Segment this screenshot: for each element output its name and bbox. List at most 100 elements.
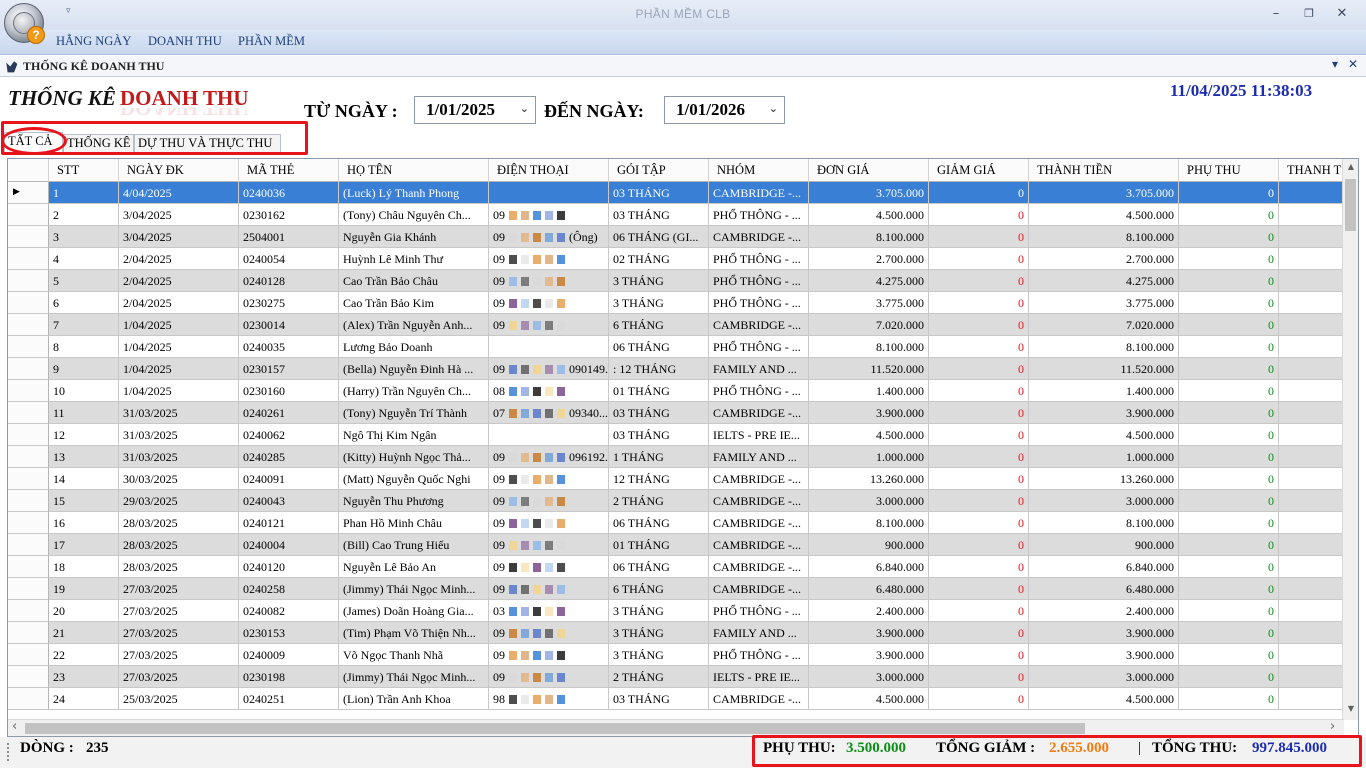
cell-group[interactable]: CAMBRIDGE -... (709, 578, 809, 600)
app-menu-button[interactable]: ? (4, 3, 45, 44)
cell-disc[interactable]: 0 (929, 270, 1029, 292)
cell-payment[interactable] (1279, 314, 1344, 336)
cell-name[interactable]: (Tim) Phạm Võ Thiện Nh... (339, 622, 489, 644)
cell-extra[interactable]: 0 (1179, 512, 1279, 534)
cell-phone[interactable]: 09 (489, 666, 609, 688)
cell-disc[interactable]: 0 (929, 622, 1029, 644)
cell-name[interactable]: (Tony) Châu Nguyên Ch... (339, 204, 489, 226)
row-header[interactable] (8, 402, 49, 424)
cell-pkg[interactable]: 03 THÁNG (609, 424, 709, 446)
row-header[interactable] (8, 666, 49, 688)
cell-stt[interactable]: 7 (49, 314, 119, 336)
menu-phan-mem[interactable]: PHẦN MỀM (238, 34, 305, 49)
cell-pkg[interactable]: 6 THÁNG (609, 578, 709, 600)
cell-name[interactable]: (Bill) Cao Trung Hiếu (339, 534, 489, 556)
cell-price[interactable]: 8.100.000 (809, 336, 929, 358)
cell-disc[interactable]: 0 (929, 644, 1029, 666)
table-row[interactable]: 20 27/03/2025 0240082 (James) Doãn Hoàng Gi… (8, 600, 1344, 622)
table-row[interactable]: 2 3/04/2025 0230162 (Tony) Châu Nguyên Ch..… (8, 204, 1344, 226)
row-header[interactable] (8, 226, 49, 248)
cell-payment[interactable] (1279, 336, 1344, 358)
cell-group[interactable]: PHỔ THÔNG - ... (709, 336, 809, 358)
cell-name[interactable]: (Kitty) Huỳnh Ngọc Thả... (339, 446, 489, 468)
cell-group[interactable]: PHỔ THÔNG - ... (709, 248, 809, 270)
cell-card[interactable]: 0240121 (239, 512, 339, 534)
cell-pkg[interactable]: 1 THÁNG (609, 446, 709, 468)
cell-price[interactable]: 8.100.000 (809, 226, 929, 248)
cell-price[interactable]: 4.500.000 (809, 424, 929, 446)
cell-disc[interactable]: 0 (929, 226, 1029, 248)
table-row[interactable]: 3 3/04/2025 2504001 Nguyễn Gia Khánh 09 (Ông)… (8, 226, 1344, 248)
cell-group[interactable]: CAMBRIDGE -... (709, 534, 809, 556)
cell-card[interactable]: 0230198 (239, 666, 339, 688)
cell-pkg[interactable]: 2 THÁNG (609, 666, 709, 688)
cell-price[interactable]: 6.840.000 (809, 556, 929, 578)
cell-name[interactable]: (Lion) Trần Anh Khoa (339, 688, 489, 710)
cell-extra[interactable]: 0 (1179, 468, 1279, 490)
cell-payment[interactable] (1279, 226, 1344, 248)
cell-name[interactable]: Nguyễn Lê Bảo An (339, 556, 489, 578)
cell-extra[interactable]: 0 (1179, 556, 1279, 578)
cell-price[interactable]: 4.275.000 (809, 270, 929, 292)
table-row[interactable]: 8 1/04/2025 0240035 Lương Bảo Doanh 06 THÁNG… (8, 336, 1344, 358)
horizontal-scrollbar[interactable]: ‹ › (8, 719, 1344, 736)
cell-extra[interactable]: 0 (1179, 402, 1279, 424)
cell-name[interactable]: (Jimmy) Thái Ngọc Minh... (339, 666, 489, 688)
cell-payment[interactable] (1279, 600, 1344, 622)
row-header[interactable] (8, 644, 49, 666)
cell-price[interactable]: 1.400.000 (809, 380, 929, 402)
column-header[interactable]: PHỤ THU (1179, 159, 1279, 182)
cell-name[interactable]: Phan Hồ Minh Châu (339, 512, 489, 534)
cell-name[interactable]: Võ Ngọc Thanh Nhã (339, 644, 489, 666)
cell-group[interactable]: CAMBRIDGE -... (709, 468, 809, 490)
table-row[interactable]: 17 28/03/2025 0240004 (Bill) Cao Trung Hiếu… (8, 534, 1344, 556)
row-header[interactable]: ▶ (8, 182, 49, 204)
table-row[interactable]: 22 27/03/2025 0240009 Võ Ngọc Thanh Nhã 09 3 … (8, 644, 1344, 666)
cell-stt[interactable]: 10 (49, 380, 119, 402)
row-header[interactable] (8, 336, 49, 358)
cell-pkg[interactable]: 01 THÁNG (609, 380, 709, 402)
cell-price[interactable]: 13.260.000 (809, 468, 929, 490)
cell-disc[interactable]: 0 (929, 380, 1029, 402)
cell-pkg[interactable]: 06 THÁNG (609, 336, 709, 358)
cell-pkg[interactable]: 03 THÁNG (609, 204, 709, 226)
cell-total[interactable]: 2.400.000 (1029, 600, 1179, 622)
vertical-scroll-thumb[interactable] (1345, 179, 1356, 231)
cell-disc[interactable]: 0 (929, 512, 1029, 534)
cell-price[interactable]: 2.700.000 (809, 248, 929, 270)
cell-total[interactable]: 3.900.000 (1029, 402, 1179, 424)
cell-phone[interactable]: 09 (489, 512, 609, 534)
cell-card[interactable]: 0230162 (239, 204, 339, 226)
cell-stt[interactable]: 13 (49, 446, 119, 468)
cell-total[interactable]: 4.500.000 (1029, 424, 1179, 446)
cell-name[interactable]: (Jimmy) Thái Ngọc Minh... (339, 578, 489, 600)
cell-pkg[interactable]: 03 THÁNG (609, 402, 709, 424)
cell-total[interactable]: 13.260.000 (1029, 468, 1179, 490)
cell-name[interactable]: (Alex) Trần Nguyễn Anh... (339, 314, 489, 336)
cell-extra[interactable]: 0 (1179, 446, 1279, 468)
cell-payment[interactable] (1279, 380, 1344, 402)
cell-extra[interactable]: 0 (1179, 270, 1279, 292)
cell-payment[interactable] (1279, 270, 1344, 292)
table-row[interactable]: 13 31/03/2025 0240285 (Kitty) Huỳnh Ngọc Th… (8, 446, 1344, 468)
cell-pkg[interactable]: : 12 THÁNG (609, 358, 709, 380)
row-header[interactable] (8, 446, 49, 468)
cell-stt[interactable]: 3 (49, 226, 119, 248)
close-button[interactable]: ✕ (1330, 4, 1354, 24)
cell-phone[interactable]: 09 (Ông) (489, 226, 609, 248)
cell-group[interactable]: CAMBRIDGE -... (709, 490, 809, 512)
cell-date[interactable]: 27/03/2025 (119, 578, 239, 600)
vertical-scrollbar[interactable]: ▲ ▼ (1342, 159, 1358, 720)
cell-card[interactable]: 0240043 (239, 490, 339, 512)
cell-pkg[interactable]: 6 THÁNG (609, 314, 709, 336)
cell-card[interactable]: 0240285 (239, 446, 339, 468)
cell-date[interactable]: 27/03/2025 (119, 644, 239, 666)
cell-payment[interactable] (1279, 534, 1344, 556)
row-header[interactable] (8, 490, 49, 512)
column-header[interactable]: ĐƠN GIÁ (809, 159, 929, 182)
cell-date[interactable]: 30/03/2025 (119, 468, 239, 490)
cell-phone[interactable] (489, 424, 609, 446)
tab-forecast-actual[interactable]: DỰ THU VÀ THỰC THU (134, 134, 281, 154)
column-header[interactable]: HỌ TÊN (339, 159, 489, 182)
tab-dropdown-icon[interactable]: ▾ (1332, 57, 1338, 71)
